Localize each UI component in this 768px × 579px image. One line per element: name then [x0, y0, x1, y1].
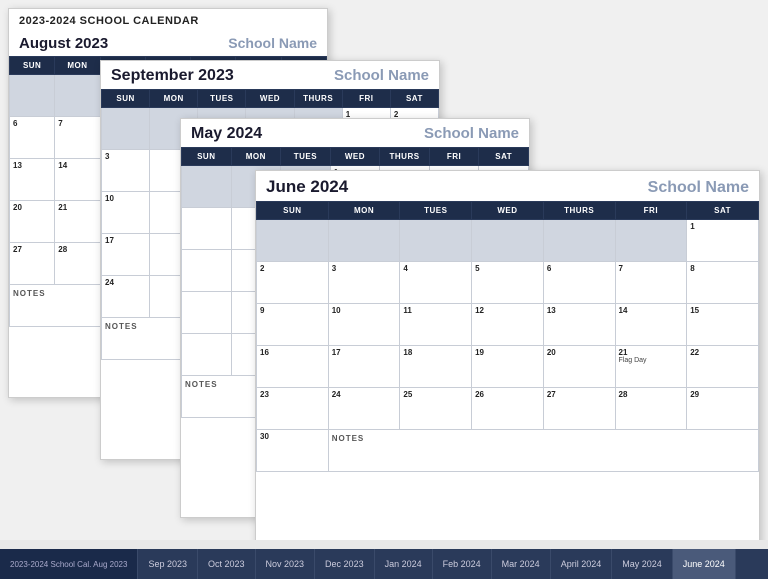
cal-header-aug: August 2023 School Name [9, 29, 327, 56]
jun-col-mon: MON [328, 202, 400, 220]
tab-dec2023[interactable]: Dec 2023 [315, 549, 375, 579]
table-row: 1 [257, 220, 759, 262]
jun-grid: SUN MON TUES WED THURS FRI SAT 1 [256, 201, 759, 472]
jun-col-thu: THURS [543, 202, 615, 220]
sep-col-wed: WED [246, 90, 294, 108]
aug-col-mon: MON [55, 57, 100, 75]
may-col-mon: MON [231, 148, 281, 166]
jun-col-wed: WED [472, 202, 544, 220]
sep-col-tue: TUES [198, 90, 246, 108]
aug-school-name: School Name [228, 35, 317, 51]
tab-oct2023[interactable]: Oct 2023 [198, 549, 256, 579]
sep-col-mon: MON [150, 90, 198, 108]
jun-notes: NOTES [328, 430, 758, 472]
may-col-tue: TUES [281, 148, 331, 166]
tab-jan2024[interactable]: Jan 2024 [375, 549, 433, 579]
aug-col-sun: SUN [10, 57, 55, 75]
jun-col-fri: FRI [615, 202, 687, 220]
notes-row: 30 NOTES [257, 430, 759, 472]
sep-month-title: September 2023 [111, 67, 234, 85]
table-row: 2 3 4 5 6 7 8 [257, 262, 759, 304]
sep-col-fri: FRI [342, 90, 390, 108]
jun-col-sun: SUN [257, 202, 329, 220]
table-row: 9 10 11 12 13 14 15 [257, 304, 759, 346]
aug-notes: NOTES [10, 285, 101, 327]
sep-col-thu: THURS [294, 90, 342, 108]
may-col-sun: SUN [182, 148, 232, 166]
table-row: 16 17 18 19 20 21Flag Day 22 [257, 346, 759, 388]
tab-nov2023[interactable]: Nov 2023 [256, 549, 316, 579]
jun-school-name: School Name [648, 179, 749, 197]
tab-jun2024[interactable]: June 2024 [673, 549, 736, 579]
jun-month-title: June 2024 [266, 177, 348, 197]
jun-col-sat: SAT [687, 202, 759, 220]
tab-bar: 2023-2024 School Cal. Aug 2023 Sep 2023 … [0, 549, 768, 579]
tab-sep2023[interactable]: Sep 2023 [138, 549, 198, 579]
tab-apr2024[interactable]: April 2024 [551, 549, 613, 579]
may-col-fri: FRI [429, 148, 479, 166]
may-col-sat: SAT [479, 148, 529, 166]
tab-feb2024[interactable]: Feb 2024 [433, 549, 492, 579]
jun-col-tue: TUES [400, 202, 472, 220]
sep-school-name: School Name [334, 67, 429, 84]
cal-header-may: May 2024 School Name [181, 119, 529, 147]
tab-may2024[interactable]: May 2024 [612, 549, 673, 579]
may-month-title: May 2024 [191, 125, 262, 143]
sep-col-sun: SUN [102, 90, 150, 108]
page-title-aug: 2023-2024 SCHOOL CALENDAR [9, 9, 327, 29]
table-row: 23 24 25 26 27 28 29 [257, 388, 759, 430]
tab-mar2024[interactable]: Mar 2024 [492, 549, 551, 579]
may-col-wed: WED [330, 148, 380, 166]
main-area: 2023-2024 SCHOOL CALENDAR August 2023 Sc… [0, 0, 768, 540]
cal-header-sep: September 2023 School Name [101, 61, 439, 89]
sep-col-sat: SAT [390, 90, 438, 108]
cal-header-jun: June 2024 School Name [256, 171, 759, 201]
may-school-name: School Name [424, 125, 519, 142]
may-col-thu: THURS [380, 148, 430, 166]
calendar-june: June 2024 School Name SUN MON TUES WED T… [255, 170, 760, 540]
aug-month-title: August 2023 [19, 35, 108, 52]
tab-current[interactable]: 2023-2024 School Cal. Aug 2023 [0, 549, 138, 579]
